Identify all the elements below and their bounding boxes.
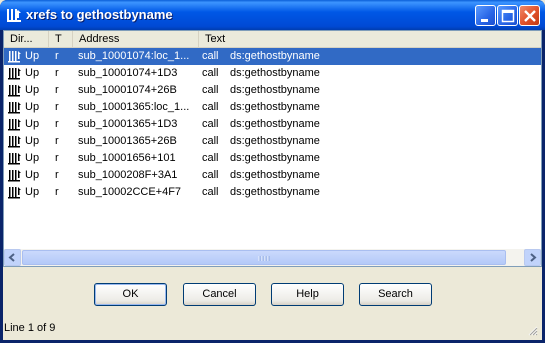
cell-operand: ds:gethostbyname <box>230 50 320 62</box>
column-header-address[interactable]: Address <box>73 31 199 48</box>
grip-icon <box>258 256 270 261</box>
cell-address: sub_10001074+26B <box>78 84 177 96</box>
column-header-type[interactable]: T <box>49 31 73 48</box>
cell-address: sub_10001074:loc_1... <box>78 50 190 62</box>
cell-type: r <box>55 118 59 130</box>
xrefs-list[interactable]: Dir... T Address Text Up r sub_10001074:lo… <box>3 30 542 267</box>
table-row[interactable]: Up r sub_10001365+26B call ds:gethostbyname <box>4 133 541 150</box>
window-title: xrefs to gethostbyname <box>26 7 173 22</box>
ok-button[interactable]: OK <box>94 283 167 306</box>
cell-operand: ds:gethostbyname <box>230 67 320 79</box>
cell-operand: ds:gethostbyname <box>230 118 320 130</box>
help-button[interactable]: Help <box>271 283 344 306</box>
table-row[interactable]: Up r sub_10001074+1D3 call ds:gethostbyname <box>4 65 541 82</box>
cell-direction: Up <box>25 169 40 181</box>
table-row[interactable]: Up r sub_10002CCE+4F7 call ds:gethostbyname <box>4 184 541 201</box>
cell-type: r <box>55 84 59 96</box>
cell-direction: Up <box>25 135 40 147</box>
arrow-right-icon <box>530 253 537 262</box>
scroll-left-button[interactable] <box>4 249 21 266</box>
horizontal-scrollbar[interactable] <box>4 249 541 266</box>
list-header: Dir... T Address Text <box>4 31 541 48</box>
cell-mnemonic: call <box>202 135 219 147</box>
table-row[interactable]: Up r sub_10001656+101 call ds:gethostbyname <box>4 150 541 167</box>
maximize-button[interactable] <box>497 5 518 26</box>
cell-type: r <box>55 186 59 198</box>
cell-operand: ds:gethostbyname <box>230 84 320 96</box>
cell-address: sub_10001365:loc_1... <box>78 101 190 113</box>
scroll-right-button[interactable] <box>524 249 541 266</box>
cell-direction: Up <box>25 152 40 164</box>
cell-operand: ds:gethostbyname <box>230 152 320 164</box>
maximize-icon <box>501 9 515 23</box>
cell-mnemonic: call <box>202 118 219 130</box>
cell-operand: ds:gethostbyname <box>230 101 320 113</box>
dialog-client-area: Dir... T Address Text Up r sub_10001074:lo… <box>3 30 542 340</box>
minimize-icon <box>481 19 488 22</box>
table-row[interactable]: Up r sub_10001074:loc_1... call ds:gethostby… <box>4 48 541 65</box>
cell-direction: Up <box>25 186 40 198</box>
scroll-thumb[interactable] <box>22 250 506 265</box>
xrefs-dialog: xrefs to gethostbyname Dir... T Address … <box>0 0 545 343</box>
cell-type: r <box>55 101 59 113</box>
cell-mnemonic: call <box>202 169 219 181</box>
cell-direction: Up <box>25 118 40 130</box>
cell-address: sub_1000208F+3A1 <box>78 169 178 181</box>
table-row[interactable]: Up r sub_10001365+1D3 call ds:gethostbyname <box>4 116 541 133</box>
minimize-button[interactable] <box>475 5 496 26</box>
cell-type: r <box>55 67 59 79</box>
cell-type: r <box>55 152 59 164</box>
cell-mnemonic: call <box>202 50 219 62</box>
resize-grip-icon[interactable] <box>526 324 538 336</box>
cell-address: sub_10001365+1D3 <box>78 118 178 130</box>
cell-address: sub_10001365+26B <box>78 135 177 147</box>
close-button[interactable] <box>519 5 540 26</box>
arrow-left-icon <box>8 253 15 262</box>
cell-address: sub_10002CCE+4F7 <box>78 186 182 198</box>
cancel-button[interactable]: Cancel <box>183 283 256 306</box>
table-row[interactable]: Up r sub_1000208F+3A1 call ds:gethostbyname <box>4 167 541 184</box>
title-bar[interactable]: xrefs to gethostbyname <box>0 0 545 30</box>
cell-direction: Up <box>25 84 40 96</box>
cell-mnemonic: call <box>202 84 219 96</box>
xrefs-icon <box>7 9 21 22</box>
search-button[interactable]: Search <box>359 283 432 306</box>
cell-type: r <box>55 135 59 147</box>
cell-mnemonic: call <box>202 152 219 164</box>
cell-operand: ds:gethostbyname <box>230 135 320 147</box>
cell-mnemonic: call <box>202 67 219 79</box>
table-row[interactable]: Up r sub_10001074+26B call ds:gethostbyname <box>4 82 541 99</box>
cell-operand: ds:gethostbyname <box>230 169 320 181</box>
cell-type: r <box>55 169 59 181</box>
column-header-text[interactable]: Text <box>199 31 541 48</box>
table-row[interactable]: Up r sub_10001365:loc_1... call ds:gethostby… <box>4 99 541 116</box>
cell-operand: ds:gethostbyname <box>230 186 320 198</box>
cell-direction: Up <box>25 50 40 62</box>
cell-direction: Up <box>25 67 40 79</box>
cell-mnemonic: call <box>202 186 219 198</box>
status-line: Line 1 of 9 <box>4 322 56 334</box>
cell-type: r <box>55 50 59 62</box>
column-header-dir[interactable]: Dir... <box>4 31 49 48</box>
cell-address: sub_10001074+1D3 <box>78 67 178 79</box>
cell-mnemonic: call <box>202 101 219 113</box>
close-icon <box>524 10 536 22</box>
cell-direction: Up <box>25 101 40 113</box>
cell-address: sub_10001656+101 <box>78 152 176 164</box>
